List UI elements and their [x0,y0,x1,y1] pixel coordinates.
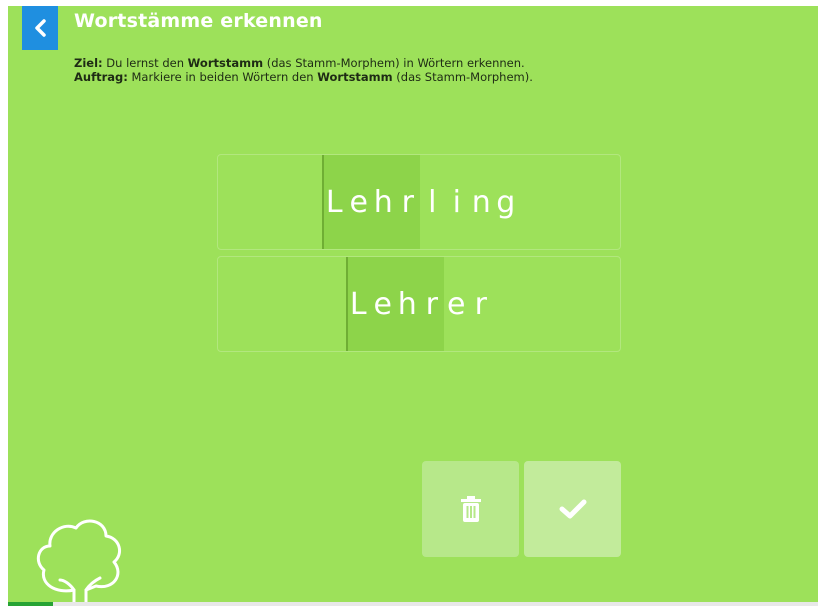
goal-text: Du lernst den [102,56,188,70]
tree-outline-icon [36,519,122,606]
goal-line: Ziel: Du lernst den Wortstamm (das Stamm… [74,56,533,70]
word-box-lehrer[interactable]: L e h r e r [217,256,621,352]
back-button[interactable] [22,6,58,50]
letter-tile[interactable]: e [444,287,469,322]
task-label: Auftrag: [74,70,128,84]
letter-tile[interactable]: r [469,287,494,322]
task-text-end: (das Stamm-Morphem). [392,70,533,84]
goal-keyword: Wortstamm [187,56,264,70]
progress-bar [8,602,818,606]
check-button[interactable] [524,461,621,557]
delete-button[interactable] [422,461,519,557]
letter-tile[interactable]: l [420,185,445,220]
letter-tile[interactable]: g [494,185,519,220]
trash-icon [460,496,481,522]
word-letters: L e h r l i n g [322,155,518,249]
letter-tile[interactable]: L [322,185,347,220]
letter-tile[interactable]: n [469,185,494,220]
task-text: Markiere in beiden Wörtern den [127,70,318,84]
instructions: Ziel: Du lernst den Wortstamm (das Stamm… [74,56,533,84]
word-box-lehrling[interactable]: L e h r l i n g [217,154,621,250]
word-letters: L e h r e r [346,257,493,351]
goal-text-end: (das Stamm-Morphem) in Wörtern erkennen. [263,56,525,70]
letter-tile[interactable]: e [371,287,396,322]
exercise-stage: Wortstämme erkennen Ziel: Du lernst den … [8,6,818,606]
letter-tile[interactable]: i [445,185,470,220]
checkmark-icon [559,499,586,519]
chevron-left-icon [35,19,46,37]
letter-tile[interactable]: r [420,287,445,322]
letter-tile[interactable]: r [396,185,421,220]
letter-tile[interactable]: h [371,185,396,220]
task-keyword: Wortstamm [317,70,393,84]
page-title: Wortstämme erkennen [74,10,323,32]
letter-tile[interactable]: e [347,185,372,220]
letter-tile[interactable]: h [395,287,420,322]
goal-label: Ziel: [74,56,103,70]
progress-fill [8,602,53,606]
task-line: Auftrag: Markiere in beiden Wörtern den … [74,70,533,84]
letter-tile[interactable]: L [346,287,371,322]
